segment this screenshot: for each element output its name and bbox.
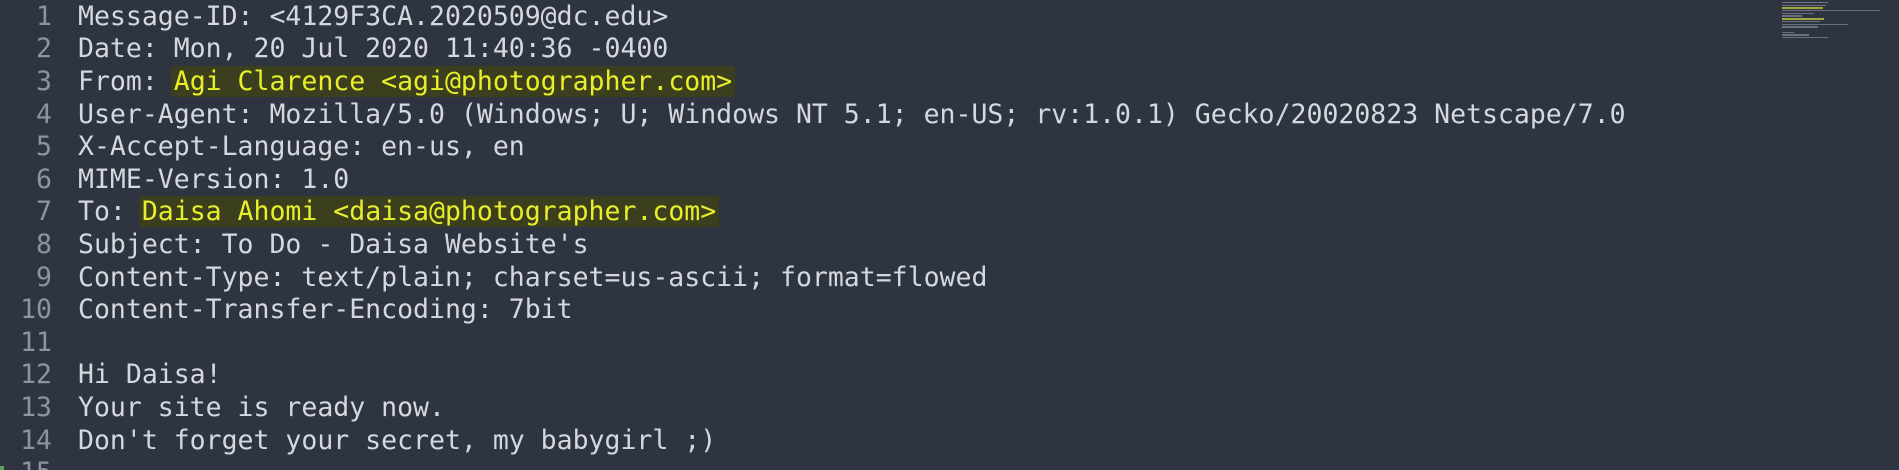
header-key: To: xyxy=(78,196,142,228)
editor-line[interactable]: 12 Hi Daisa! xyxy=(0,359,1780,392)
editor-line[interactable]: 10 Content-Transfer-Encoding: 7bit xyxy=(0,293,1780,326)
line-text[interactable]: Don't forget your secret, my babygirl ;) xyxy=(78,425,716,456)
line-number: 12 xyxy=(20,359,52,391)
minimap-line xyxy=(1782,2,1828,4)
line-text[interactable]: Date: Mon, 20 Jul 2020 11:40:36 -0400 xyxy=(78,33,668,64)
search-highlight: Agi Clarence <agi@photographer.com> xyxy=(170,65,736,97)
minimap[interactable] xyxy=(1782,2,1882,42)
line-number: 14 xyxy=(20,424,52,456)
line-text[interactable]: User-Agent: Mozilla/5.0 (Windows; U; Win… xyxy=(78,99,1626,130)
line-text[interactable]: Your site is ready now. xyxy=(78,392,445,423)
editor-line[interactable]: 3 From: Agi Clarence <agi@photographer.c… xyxy=(0,65,1780,98)
minimap-line xyxy=(1782,31,1794,33)
line-text[interactable]: Message-ID: <4129F3CA.2020509@dc.edu> xyxy=(78,1,668,32)
line-number: 1 xyxy=(36,0,52,32)
minimap-line xyxy=(1782,26,1818,28)
line-number: 4 xyxy=(36,98,52,130)
minimap-line xyxy=(1782,36,1828,39)
editor-line[interactable]: 13 Your site is ready now. xyxy=(0,391,1780,424)
editor-line[interactable]: 4 User-Agent: Mozilla/5.0 (Windows; U; W… xyxy=(0,98,1780,131)
editor-line[interactable]: 7 To: Daisa Ahomi <daisa@photographer.co… xyxy=(0,196,1780,229)
minimap-line xyxy=(1782,12,1814,15)
line-number: 13 xyxy=(20,391,52,423)
minimap-line xyxy=(1782,34,1809,36)
editor-line[interactable]: 2 Date: Mon, 20 Jul 2020 11:40:36 -0400 xyxy=(0,33,1780,66)
header-key: From: xyxy=(78,65,174,97)
editor-lines: 1 Message-ID: <4129F3CA.2020509@dc.edu> … xyxy=(0,0,1780,470)
minimap-line xyxy=(1782,10,1880,12)
line-text[interactable]: MIME-Version: 1.0 xyxy=(78,164,349,195)
minimap-line xyxy=(1782,7,1823,9)
editor-line[interactable]: 9 Content-Type: text/plain; charset=us-a… xyxy=(0,261,1780,294)
text-editor[interactable]: 1 Message-ID: <4129F3CA.2020509@dc.edu> … xyxy=(0,0,1899,470)
line-text[interactable]: From: Agi Clarence <agi@photographer.com… xyxy=(78,65,736,97)
line-number: 6 xyxy=(36,163,52,195)
line-number: 9 xyxy=(36,261,52,293)
line-text[interactable]: X-Accept-Language: en-us, en xyxy=(78,131,525,162)
git-change-marker xyxy=(0,466,4,470)
line-text[interactable]: Hi Daisa! xyxy=(78,359,222,390)
minimap-line xyxy=(1782,15,1802,17)
line-number: 10 xyxy=(20,294,52,326)
line-number: 11 xyxy=(20,326,52,358)
editor-line[interactable]: 15 xyxy=(0,456,1780,470)
line-text[interactable]: Content-Type: text/plain; charset=us-asc… xyxy=(78,262,987,293)
line-text[interactable]: Content-Transfer-Encoding: 7bit xyxy=(78,294,573,325)
line-number: 2 xyxy=(36,33,52,65)
editor-line[interactable]: 1 Message-ID: <4129F3CA.2020509@dc.edu> xyxy=(0,0,1780,33)
editor-line[interactable]: 6 MIME-Version: 1.0 xyxy=(0,163,1780,196)
line-number: 3 xyxy=(36,65,52,97)
line-number: 15 xyxy=(0,457,52,470)
line-number: 5 xyxy=(36,131,52,163)
minimap-line xyxy=(1782,23,1848,25)
line-number: 7 xyxy=(36,196,52,228)
editor-line[interactable]: 14 Don't forget your secret, my babygirl… xyxy=(0,424,1780,457)
minimap-line xyxy=(1782,4,1826,7)
minimap-line xyxy=(1782,20,1820,23)
editor-line[interactable]: 5 X-Accept-Language: en-us, en xyxy=(0,130,1780,163)
search-highlight: Daisa Ahomi <daisa@photographer.com> xyxy=(138,196,720,228)
editor-line[interactable]: 11 xyxy=(0,326,1780,359)
editor-line[interactable]: 8 Subject: To Do - Daisa Website's xyxy=(0,228,1780,261)
minimap-line xyxy=(1782,18,1824,20)
line-number: 8 xyxy=(36,228,52,260)
line-text[interactable]: Subject: To Do - Daisa Website's xyxy=(78,229,589,260)
line-text[interactable]: To: Daisa Ahomi <daisa@photographer.com> xyxy=(78,196,720,228)
